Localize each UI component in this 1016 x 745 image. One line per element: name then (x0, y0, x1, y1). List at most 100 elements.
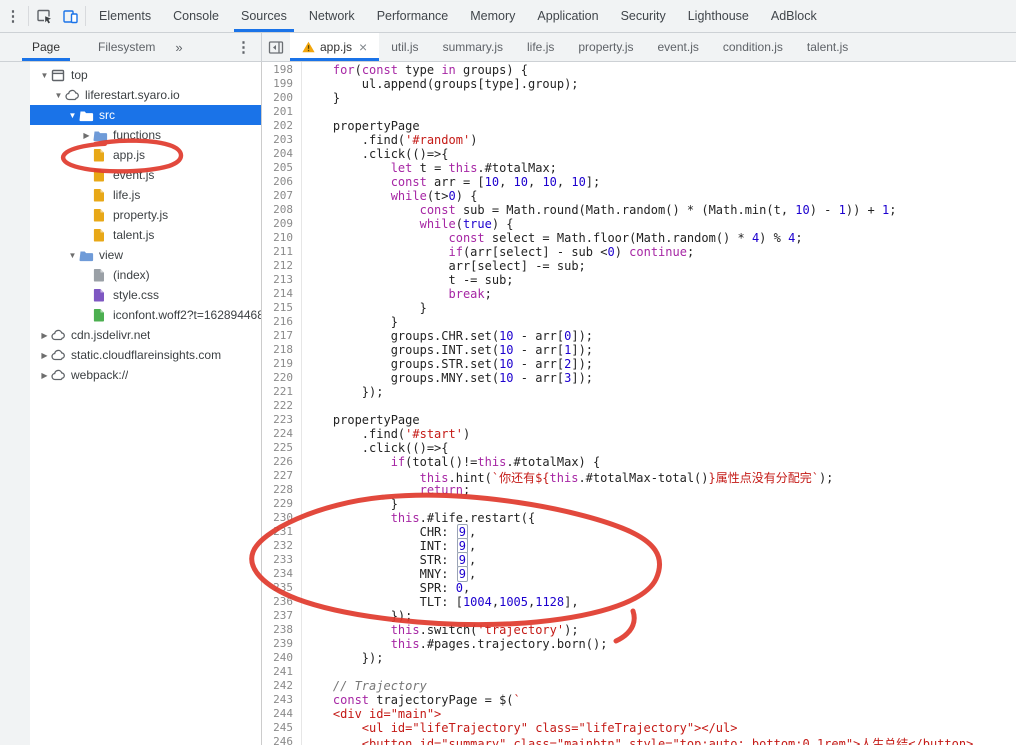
tree-item-cdn-jsdelivr-net[interactable]: ▶ cdn.jsdelivr.net (30, 325, 261, 345)
tree-item-webpack[interactable]: ▶ webpack:// (30, 365, 261, 385)
panel-tab-console[interactable]: Console (162, 0, 230, 32)
line-number[interactable]: 204 (262, 147, 301, 161)
panel-tab-security[interactable]: Security (610, 0, 677, 32)
panel-tab-elements[interactable]: Elements (88, 0, 162, 32)
line-number[interactable]: 230 (262, 511, 301, 525)
line-number[interactable]: 245 (262, 721, 301, 735)
line-number[interactable]: 206 (262, 175, 301, 189)
panel-tab-lighthouse[interactable]: Lighthouse (677, 0, 760, 32)
line-number[interactable]: 216 (262, 315, 301, 329)
chevron-right-icon[interactable]: ▶ (38, 371, 51, 380)
line-number[interactable]: 232 (262, 539, 301, 553)
kebab-menu-icon[interactable]: ⋮ (0, 0, 26, 32)
code-area[interactable]: for(const type in groups) { ul.append(gr… (302, 62, 1016, 745)
line-number[interactable]: 227 (262, 469, 301, 483)
tree-item-index[interactable]: (index) (30, 265, 261, 285)
line-number[interactable]: 209 (262, 217, 301, 231)
line-number[interactable]: 221 (262, 385, 301, 399)
line-number[interactable]: 217 (262, 329, 301, 343)
panel-tab-adblock[interactable]: AdBlock (760, 0, 828, 32)
chevron-down-icon[interactable]: ▼ (52, 91, 65, 100)
line-number[interactable]: 229 (262, 497, 301, 511)
line-number[interactable]: 201 (262, 105, 301, 119)
file-tab-condition-js[interactable]: condition.js (711, 33, 795, 61)
line-number[interactable]: 200 (262, 91, 301, 105)
line-number[interactable]: 205 (262, 161, 301, 175)
line-number[interactable]: 211 (262, 245, 301, 259)
line-number[interactable]: 199 (262, 77, 301, 91)
device-toolbar-icon[interactable] (57, 0, 83, 32)
line-number[interactable]: 234 (262, 567, 301, 581)
line-number[interactable]: 233 (262, 553, 301, 567)
line-number[interactable]: 222 (262, 399, 301, 413)
navigator-tab-page[interactable]: Page (20, 33, 72, 61)
line-number[interactable]: 202 (262, 119, 301, 133)
source-editor[interactable]: 198 199 200 201 202 203 204 205 206 207 208 209 210 2… (262, 62, 1016, 745)
line-number[interactable]: 236 (262, 595, 301, 609)
line-number[interactable]: 241 (262, 665, 301, 679)
line-number[interactable]: 198 (262, 63, 301, 77)
tree-item-functions[interactable]: ▶ functions (30, 125, 261, 145)
file-tab-life-js[interactable]: life.js (515, 33, 566, 61)
tree-item-style-css[interactable]: style.css (30, 285, 261, 305)
line-number[interactable]: 226 (262, 455, 301, 469)
line-number[interactable]: 235 (262, 581, 301, 595)
tree-item-app-js[interactable]: app.js (30, 145, 261, 165)
chevron-right-icon[interactable]: ▶ (38, 351, 51, 360)
panel-tab-performance[interactable]: Performance (366, 0, 460, 32)
line-number[interactable]: 242 (262, 679, 301, 693)
tree-item-event-js[interactable]: event.js (30, 165, 261, 185)
line-number[interactable]: 228 (262, 483, 301, 497)
tree-item-life-js[interactable]: life.js (30, 185, 261, 205)
line-number[interactable]: 210 (262, 231, 301, 245)
panel-tab-sources[interactable]: Sources (230, 0, 298, 32)
line-number[interactable]: 215 (262, 301, 301, 315)
file-tab-talent-js[interactable]: talent.js (795, 33, 860, 61)
hide-navigator-icon[interactable] (262, 33, 290, 61)
line-number[interactable]: 212 (262, 259, 301, 273)
chevron-down-icon[interactable]: ▼ (66, 111, 79, 120)
line-number[interactable]: 224 (262, 427, 301, 441)
line-number[interactable]: 243 (262, 693, 301, 707)
line-number[interactable]: 246 (262, 735, 301, 745)
line-number[interactable]: 231 (262, 525, 301, 539)
panel-tab-network[interactable]: Network (298, 0, 366, 32)
tree-item-src[interactable]: ▼ src (30, 105, 261, 125)
panel-tab-application[interactable]: Application (526, 0, 609, 32)
tree-item-property-js[interactable]: property.js (30, 205, 261, 225)
tree-item-static-cloudflareinsights-com[interactable]: ▶ static.cloudflareinsights.com (30, 345, 261, 365)
line-number[interactable]: 220 (262, 371, 301, 385)
line-number[interactable]: 213 (262, 273, 301, 287)
file-tab-app-js[interactable]: app.js × (290, 33, 380, 61)
chevron-right-icon[interactable]: ▶ (38, 331, 51, 340)
line-number[interactable]: 240 (262, 651, 301, 665)
tree-item-view[interactable]: ▼ view (30, 245, 261, 265)
chevron-right-icon[interactable]: ▶ (80, 131, 93, 140)
navigator-tab-filesystem[interactable]: Filesystem (86, 33, 167, 61)
line-number[interactable]: 239 (262, 637, 301, 651)
line-number[interactable]: 225 (262, 441, 301, 455)
file-tab-util-js[interactable]: util.js (379, 33, 430, 61)
line-number[interactable]: 218 (262, 343, 301, 357)
chevron-down-icon[interactable]: ▼ (66, 251, 79, 260)
tree-item-talent-js[interactable]: talent.js (30, 225, 261, 245)
tree-item-top[interactable]: ▼ top (30, 65, 261, 85)
line-number[interactable]: 214 (262, 287, 301, 301)
more-tabs-chevron-icon[interactable]: » (167, 33, 190, 61)
line-number[interactable]: 207 (262, 189, 301, 203)
close-tab-icon[interactable]: × (359, 40, 367, 54)
tree-item-liferestart-syaro-io[interactable]: ▼ liferestart.syaro.io (30, 85, 261, 105)
line-number[interactable]: 208 (262, 203, 301, 217)
line-number[interactable]: 237 (262, 609, 301, 623)
navigator-kebab-menu-icon[interactable]: ⋮ (226, 33, 261, 61)
file-tab-summary-js[interactable]: summary.js (431, 33, 515, 61)
file-tab-property-js[interactable]: property.js (566, 33, 645, 61)
line-number[interactable]: 203 (262, 133, 301, 147)
line-number[interactable]: 219 (262, 357, 301, 371)
line-number[interactable]: 244 (262, 707, 301, 721)
tree-item-iconfont-woff2-t-162894468[interactable]: iconfont.woff2?t=162894468 (30, 305, 261, 325)
line-number[interactable]: 223 (262, 413, 301, 427)
panel-tab-memory[interactable]: Memory (459, 0, 526, 32)
line-number[interactable]: 238 (262, 623, 301, 637)
inspect-element-icon[interactable] (31, 0, 57, 32)
